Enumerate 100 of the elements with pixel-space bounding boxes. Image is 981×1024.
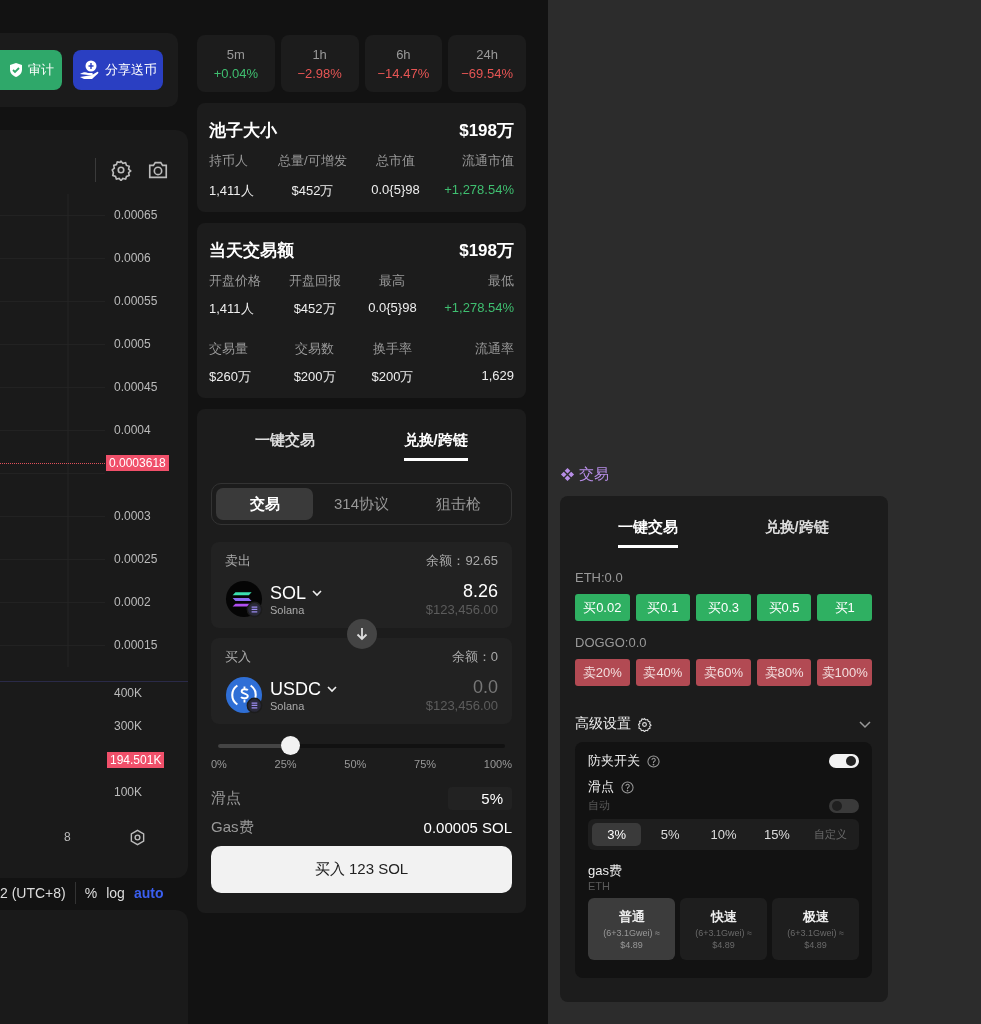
- period-tab[interactable]: 5m +0.04%: [197, 35, 275, 92]
- balance-label: 余额：92.65: [426, 552, 498, 570]
- card-value: $198万: [459, 240, 514, 262]
- slider-thumb[interactable]: [280, 736, 300, 755]
- slippage-option[interactable]: 10%: [698, 823, 749, 846]
- slippage-option[interactable]: 5%: [645, 823, 695, 846]
- token-selector[interactable]: SOL: [270, 582, 324, 604]
- chevron-down-icon: [326, 683, 338, 695]
- token-icon: [225, 676, 263, 714]
- stat-label: 开盘回报: [288, 272, 341, 290]
- arrow-down-icon: [354, 626, 370, 642]
- tab[interactable]: 一键交易: [255, 423, 316, 461]
- unit-label: ETH: [588, 880, 611, 892]
- stat-value: 1,411人: [209, 300, 255, 318]
- sell-button[interactable]: 卖80%: [756, 659, 812, 686]
- axis-label: 0.0003: [114, 508, 152, 525]
- card-title: 池子大小: [209, 120, 277, 142]
- tab[interactable]: 兑换/跨链: [403, 423, 468, 461]
- amount-field[interactable]: 0.0: [378, 677, 498, 698]
- current-volume-label: 194.501K: [107, 751, 165, 768]
- scale-option[interactable]: %: [84, 885, 98, 901]
- hand-coin-icon: [79, 59, 101, 81]
- help-icon: [647, 754, 660, 768]
- stat-value: $200万: [292, 368, 337, 386]
- slippage-option[interactable]: 3%: [592, 823, 642, 846]
- shield-check-icon: [8, 62, 24, 78]
- buy-button[interactable]: 买入 123 SOL: [211, 846, 512, 893]
- stat-label: 最低: [487, 272, 514, 290]
- slippage-label: 滑点: [211, 789, 241, 808]
- mode-tab[interactable]: 狙击枪: [410, 488, 507, 520]
- sell-button[interactable]: 卖100%: [817, 659, 872, 686]
- gas-option[interactable]: 快速 (6+3.1Gwei) ≈ $4.89: [680, 898, 767, 960]
- stat-value: +1,278.54%: [444, 182, 514, 199]
- chevron-down-icon: [311, 587, 324, 599]
- stat-label: 开盘价格: [209, 272, 261, 290]
- token-selector[interactable]: USDC: [270, 678, 338, 700]
- axis-label: 400K: [114, 685, 144, 702]
- settings-icon: [637, 716, 652, 732]
- token-icon: [225, 580, 263, 618]
- scale-option[interactable]: auto: [133, 885, 164, 901]
- current-price-label: 0.0003618: [106, 455, 169, 472]
- tab[interactable]: 一键交易: [618, 510, 679, 548]
- stat-label: 交易量: [209, 340, 249, 358]
- sell-button[interactable]: 卖20%: [575, 659, 630, 686]
- share-button[interactable]: 分享送币: [73, 50, 163, 90]
- stat-value: 1,411人: [209, 182, 254, 200]
- usd-value: $123,456.00: [425, 698, 498, 713]
- sell-button[interactable]: 卖60%: [696, 659, 751, 686]
- toggle-switch[interactable]: [829, 754, 859, 768]
- mode-tab[interactable]: 交易: [216, 488, 313, 520]
- card-value: $198万: [459, 120, 514, 142]
- time-label: 8: [64, 830, 71, 844]
- period-tab[interactable]: 24h −69.54%: [448, 35, 526, 92]
- axis-label: 0.0006: [114, 250, 152, 267]
- amount-field[interactable]: 8.26: [378, 581, 498, 602]
- setting-label: 滑点: [588, 778, 614, 796]
- gas-option[interactable]: 普通 (6+3.1Gwei) ≈ $4.89: [588, 898, 675, 960]
- section-title: 高级设置: [575, 715, 631, 733]
- usd-value: $123,456.00: [425, 602, 498, 617]
- setting-label: 防夹开关: [588, 752, 640, 770]
- slippage-field[interactable]: 5%: [448, 787, 512, 810]
- stat-value: 1,629: [480, 368, 514, 385]
- toggle-switch[interactable]: [829, 798, 859, 813]
- period-tab[interactable]: 1h −2.98%: [280, 35, 359, 92]
- camera-icon: [146, 159, 170, 181]
- settings-icon: [128, 828, 146, 846]
- timezone-label: 2 (UTC+8): [0, 885, 66, 901]
- tab[interactable]: 兑换/跨链: [764, 510, 829, 548]
- stat-value: 0.0{5}98: [371, 182, 420, 199]
- axis-label: 0.00065: [114, 207, 158, 224]
- sell-button[interactable]: 卖40%: [635, 659, 691, 686]
- slippage-option[interactable]: 15%: [752, 823, 802, 846]
- gas-value: 0.00005 SOL: [423, 819, 512, 836]
- period-tab[interactable]: 6h −14.47%: [364, 35, 443, 92]
- settings-icon: [110, 159, 132, 181]
- stat-value: $452万: [292, 300, 337, 318]
- field-label: 卖出: [225, 552, 251, 570]
- stat-label: 流通市值: [460, 152, 514, 170]
- axis-label: 0.0005: [114, 336, 152, 353]
- balance-label: ETH:0.0: [575, 570, 624, 585]
- gas-option[interactable]: 极速 (6+3.1Gwei) ≈ $4.89: [772, 898, 859, 960]
- mode-tab[interactable]: 314协议: [313, 488, 410, 520]
- slider-mark: 50%: [344, 758, 367, 770]
- slider-mark: 0%: [211, 758, 227, 770]
- setting-label: gas费: [588, 862, 623, 880]
- balance-label: 余额：0: [451, 648, 498, 666]
- chain-label: Solana: [270, 699, 306, 712]
- scale-option[interactable]: log: [106, 885, 125, 901]
- axis-label: 300K: [114, 718, 144, 735]
- slider-mark: 75%: [414, 758, 437, 770]
- axis-label: 0.00015: [114, 637, 158, 654]
- axis-label: 0.00055: [114, 293, 158, 310]
- slider-mark: 25%: [274, 758, 297, 770]
- stat-label: 交易数: [294, 340, 336, 358]
- stat-value: $260万: [209, 368, 252, 386]
- stat-value: 0.0{5}98: [368, 300, 417, 317]
- card-title: 当天交易额: [209, 240, 294, 262]
- balance-label: DOGGO:0.0: [575, 635, 648, 650]
- stat-value: $200万: [370, 368, 415, 386]
- stat-label: 持币人: [209, 152, 249, 170]
